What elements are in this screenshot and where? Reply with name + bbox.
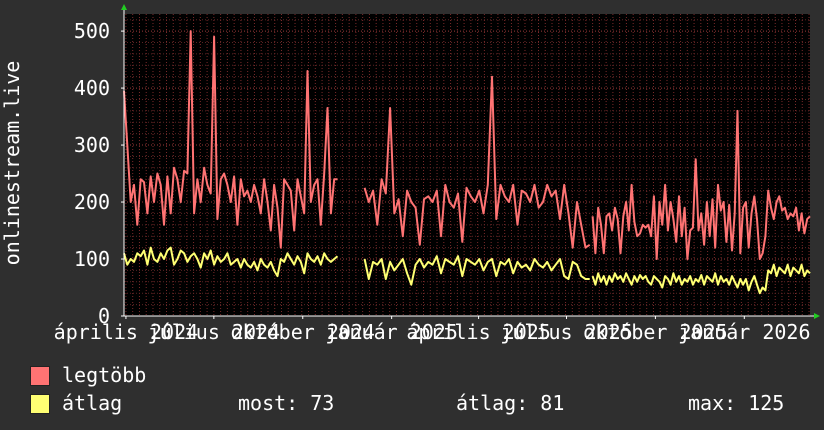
stat-atlag: átlag: 81 bbox=[456, 390, 564, 416]
stat-max: max: 125 bbox=[688, 390, 784, 416]
x-tick-label: január 2026 bbox=[678, 320, 810, 344]
legend-label: legtöbb bbox=[62, 363, 147, 387]
legend-label: átlag bbox=[62, 391, 123, 415]
stat-most-value: 73 bbox=[310, 391, 335, 415]
stat-most-label: most: bbox=[238, 391, 299, 415]
stat-atlag-value: 81 bbox=[540, 391, 565, 415]
legend-swatch-atlag bbox=[30, 394, 50, 414]
y-tick-label: 400 bbox=[74, 76, 110, 100]
y-axis-arrow bbox=[121, 4, 127, 10]
y-tick-label: 300 bbox=[74, 133, 110, 157]
stat-max-label: max: bbox=[688, 391, 737, 415]
y-axis-label: onlinestream.live bbox=[0, 61, 24, 266]
legend-item-legtobb: legtöbb bbox=[30, 362, 810, 388]
y-tick-label: 200 bbox=[74, 190, 110, 214]
legend-item-atlag: átlag most: 73 átlag: 81 max: 125 bbox=[30, 390, 810, 416]
legend-swatch-legtobb bbox=[30, 366, 50, 386]
traffic-chart: 0100200300400500 április 2024július 2024… bbox=[0, 4, 820, 344]
x-axis-arrow bbox=[814, 313, 820, 319]
y-tick-label: 500 bbox=[74, 19, 110, 43]
stat-most: most: 73 bbox=[238, 390, 334, 416]
y-tick-label: 100 bbox=[74, 247, 110, 271]
stat-max-value: 125 bbox=[748, 391, 785, 415]
stat-atlag-label: átlag: bbox=[456, 391, 529, 415]
